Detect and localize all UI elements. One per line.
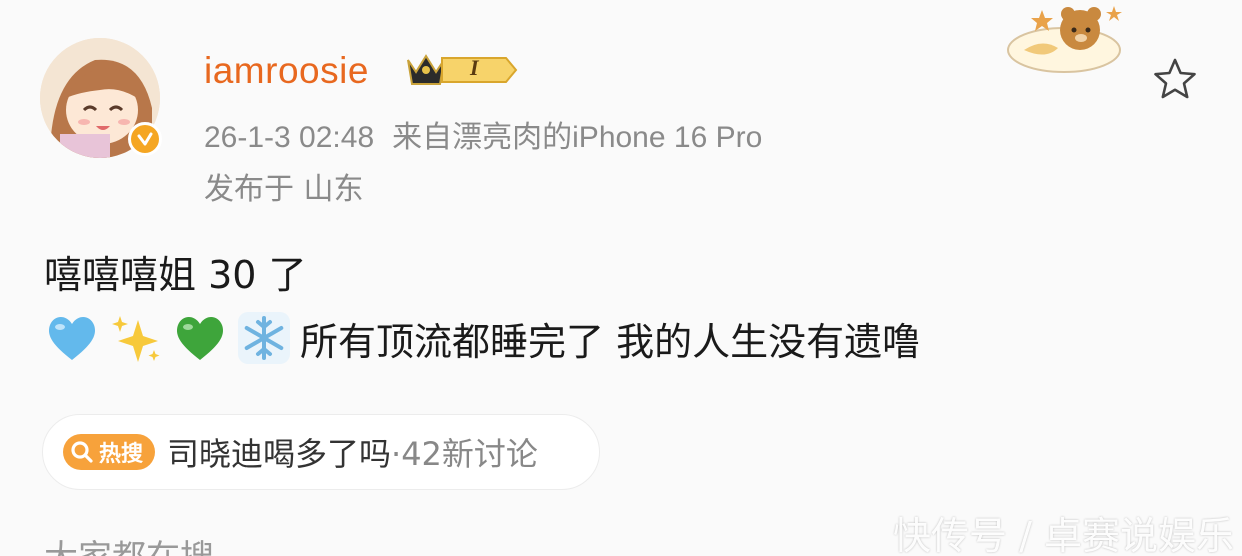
verified-badge-icon (128, 122, 162, 156)
weibo-post-card: iamroosie I 26-1-3 02:48 来自漂亮肉的iPhone 16 … (0, 0, 1242, 556)
hot-search-topic: 司晓迪喝多了吗 (167, 435, 392, 473)
blue-heart-icon (44, 310, 100, 366)
hot-search-badge-label: 热搜 (99, 442, 144, 467)
username[interactable]: iamroosie (204, 50, 369, 92)
sparkles-icon (108, 310, 164, 366)
vip-level-label: I (470, 55, 479, 80)
hot-search-badge: 热搜 (63, 434, 155, 470)
snowflake-icon (236, 310, 292, 366)
favorite-star-icon[interactable] (1152, 56, 1198, 102)
watermark: 快传号 / 卓赛说娱乐 (893, 514, 1234, 556)
avatar[interactable] (40, 38, 162, 158)
everyone-searching-heading: 大家都在搜 (44, 530, 214, 556)
post-text-line-2: 所有顶流都睡完了 我的人生没有遗噜 (44, 310, 920, 366)
post-meta: 26-1-3 02:48 来自漂亮肉的iPhone 16 Pro (204, 112, 762, 156)
hot-search-count: ·42新讨论 (391, 435, 538, 473)
search-icon (71, 441, 93, 463)
decoration-sticker-icon (1002, 0, 1132, 80)
post-text-line-2-text: 所有顶流都睡完了 我的人生没有遗噜 (300, 319, 921, 364)
post-text-line-1: 嘻嘻嘻姐 30 了 (44, 253, 307, 297)
post-location: 发布于 山东 (204, 172, 364, 207)
green-heart-icon (172, 310, 228, 366)
hot-search-link[interactable]: 热搜 司晓迪喝多了吗 ·42新讨论 (42, 414, 600, 490)
post-source[interactable]: 来自漂亮肉的iPhone 16 Pro (392, 121, 762, 154)
vip-level-badge[interactable]: I (440, 54, 518, 86)
post-timestamp: 26-1-3 02:48 (204, 121, 375, 154)
